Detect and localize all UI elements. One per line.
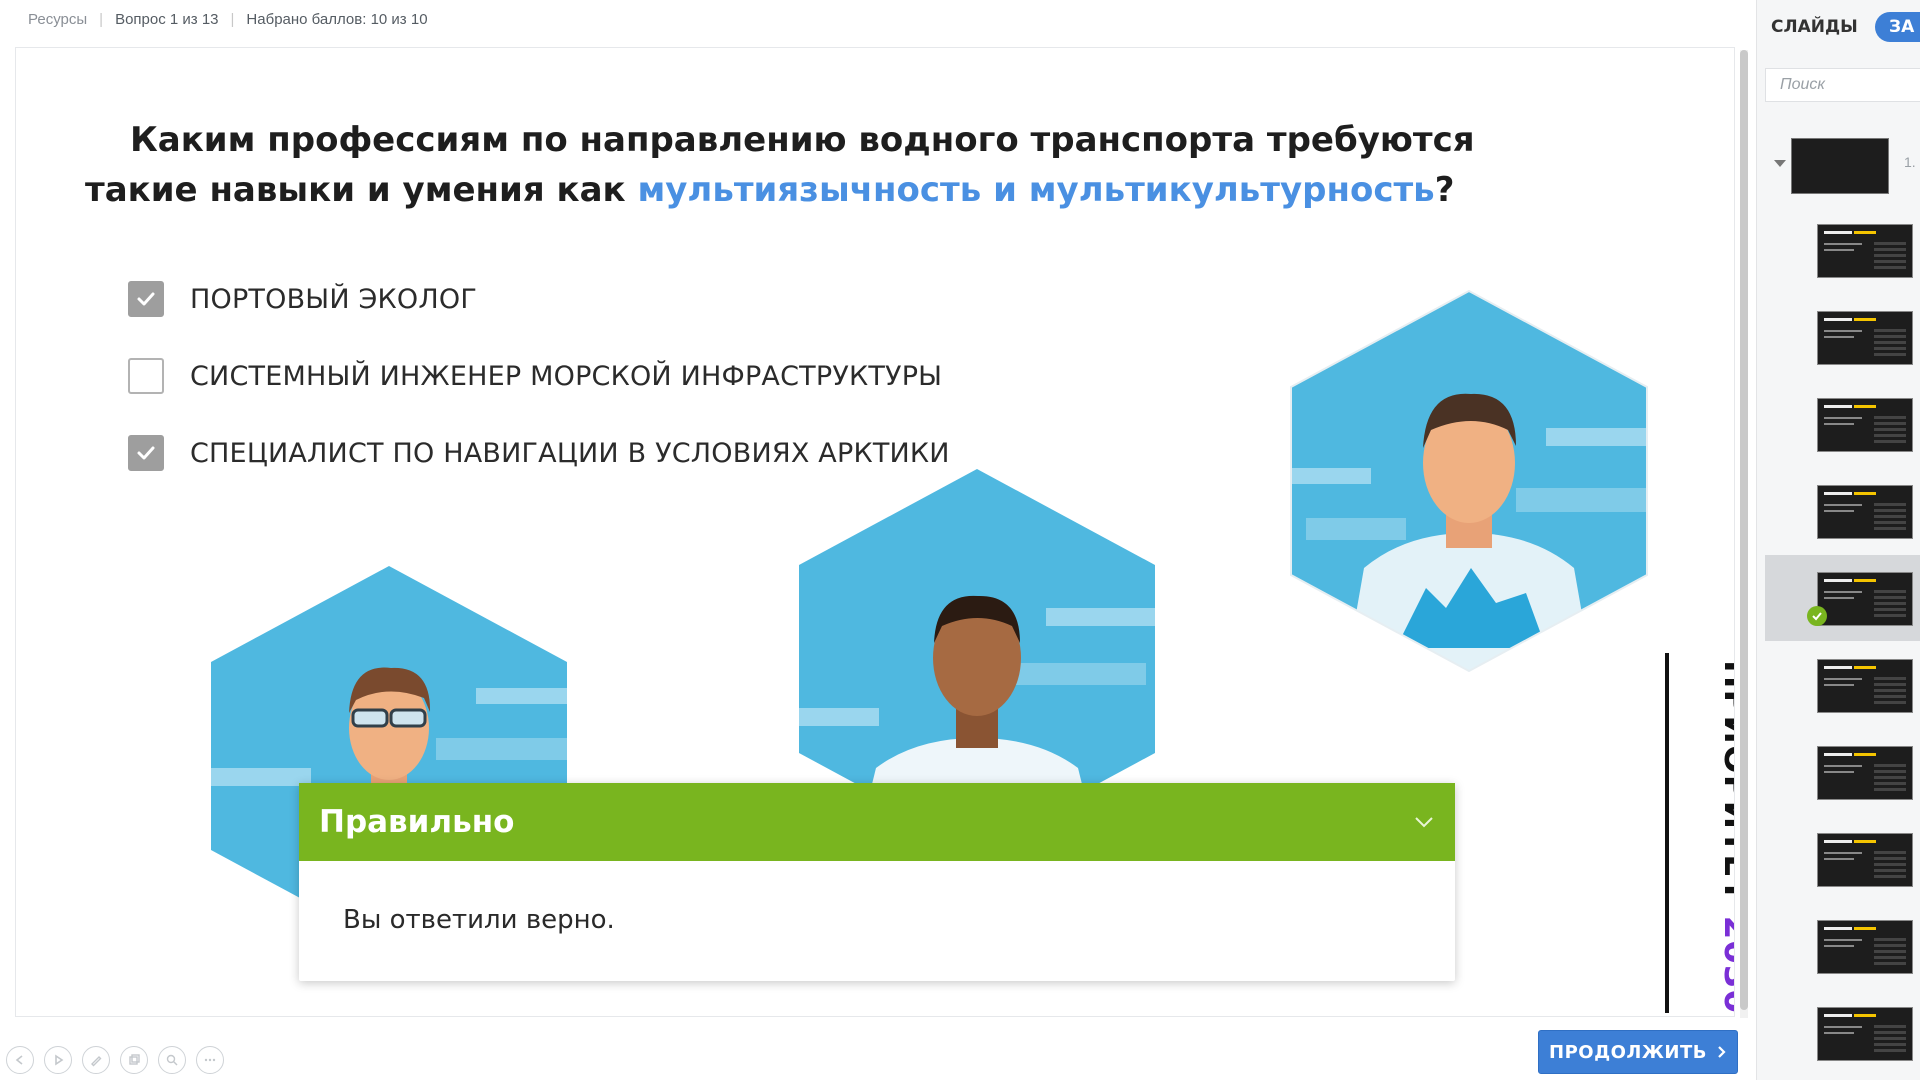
slide-thumbnail-parent[interactable]	[1791, 138, 1889, 194]
slide-thumbnail[interactable]	[1817, 311, 1913, 365]
brand-divider	[1665, 653, 1669, 1013]
brand-logo: ПРИОРИТЕТ 2030	[1716, 660, 1735, 1015]
slide-thumbnail[interactable]	[1817, 920, 1913, 974]
slide-thumbnail[interactable]	[1817, 224, 1913, 278]
slide-thumbnail[interactable]	[1817, 1007, 1913, 1061]
zoom-icon[interactable]	[158, 1046, 186, 1074]
slide-scrollbar[interactable]	[1740, 50, 1748, 1018]
pen-icon[interactable]	[82, 1046, 110, 1074]
panel-tabs: СЛАЙДЫ ЗА	[1757, 0, 1920, 56]
resources-link[interactable]: Ресурсы	[28, 11, 87, 28]
tab-slides[interactable]: СЛАЙДЫ	[1771, 12, 1858, 42]
slide-thumbnail[interactable]	[1817, 398, 1913, 452]
slide-thumbnail[interactable]	[1817, 833, 1913, 887]
copy-icon[interactable]	[120, 1046, 148, 1074]
feedback-panel: Правильно Вы ответили верно.	[299, 783, 1455, 981]
question-counter: Вопрос 1 из 13	[115, 10, 219, 28]
divider: |	[99, 10, 104, 28]
prev-icon[interactable]	[6, 1046, 34, 1074]
brand-word: ПРИОРИТЕТ	[1716, 660, 1735, 903]
tab-notes[interactable]: ЗА	[1875, 12, 1920, 42]
slide-thumbnail[interactable]	[1817, 572, 1913, 626]
player-controls	[6, 1046, 224, 1074]
scrollbar-thumb[interactable]	[1740, 50, 1748, 1010]
feedback-title: Правильно	[319, 804, 515, 840]
slide-thumbnail[interactable]	[1817, 485, 1913, 539]
feedback-header[interactable]: Правильно	[299, 783, 1455, 861]
hex-portrait-right	[1291, 291, 1647, 671]
chevron-right-icon	[1718, 1046, 1726, 1058]
slides-panel: СЛАЙДЫ ЗА Поиск 1.	[1756, 0, 1920, 1080]
progress-bar: Ресурсы | Вопрос 1 из 13 | Набрано балло…	[28, 8, 428, 30]
continue-label: ПРОДОЛЖИТЬ	[1549, 1041, 1707, 1063]
slide-thumbnail[interactable]	[1817, 746, 1913, 800]
chevron-down-icon[interactable]	[1774, 160, 1786, 167]
continue-button[interactable]: ПРОДОЛЖИТЬ	[1538, 1030, 1738, 1074]
chevron-down-icon[interactable]	[1413, 815, 1435, 829]
play-icon[interactable]	[44, 1046, 72, 1074]
score-display: Набрано баллов: 10 из 10	[246, 10, 428, 28]
slide-number: 1.	[1904, 154, 1916, 170]
search-input[interactable]: Поиск	[1765, 68, 1920, 102]
more-icon[interactable]	[196, 1046, 224, 1074]
check-icon	[1807, 606, 1827, 626]
divider: |	[230, 10, 235, 28]
slide-stage: Каким профессиям по направлению водного …	[15, 47, 1735, 1017]
feedback-message: Вы ответили верно.	[343, 905, 615, 935]
brand-year: 2030	[1716, 915, 1735, 1015]
slide-thumbnail[interactable]	[1817, 659, 1913, 713]
